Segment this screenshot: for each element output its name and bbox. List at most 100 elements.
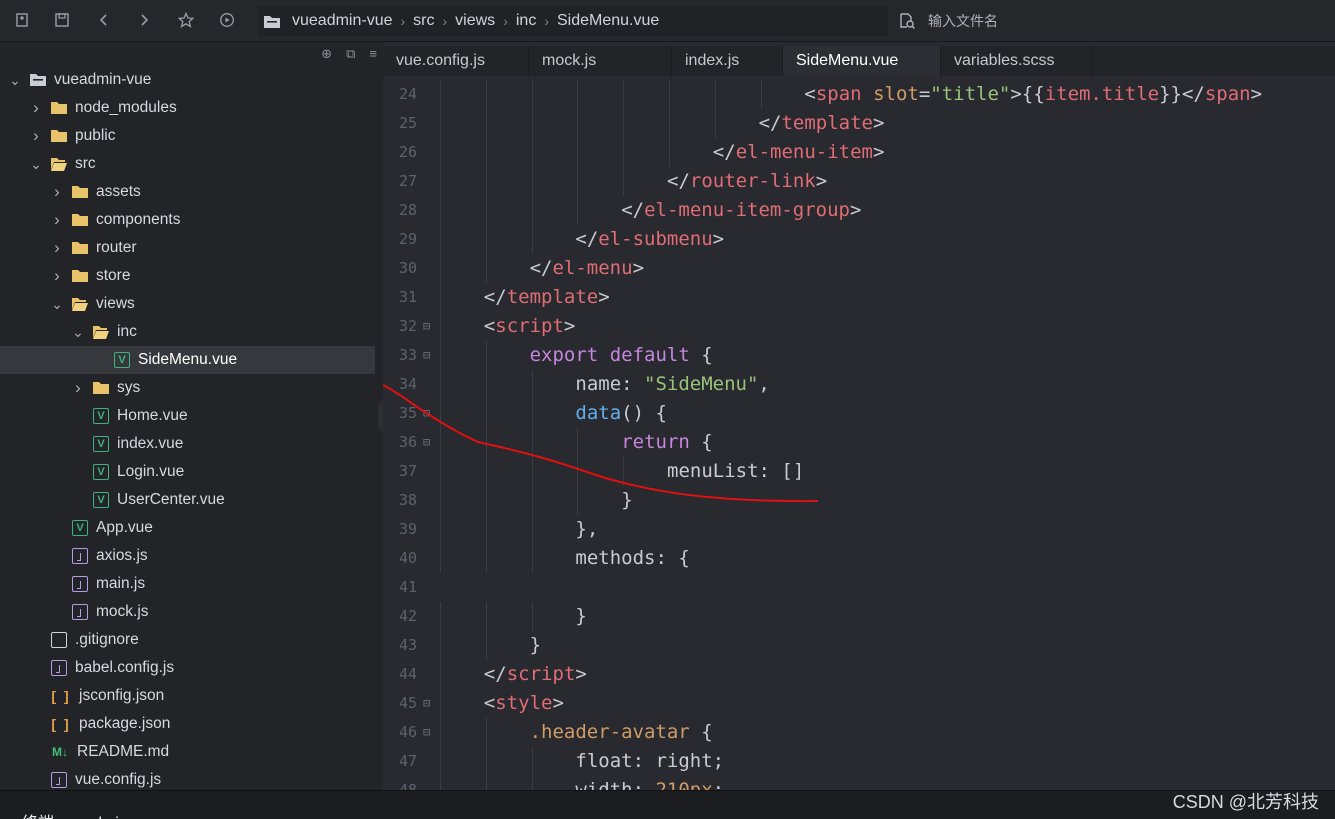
tree-item[interactable]: V UserCenter.vue [0, 486, 375, 514]
indent-guide [531, 196, 533, 225]
code-line[interactable]: 25 </template> [383, 109, 1335, 138]
forward-icon[interactable] [134, 12, 154, 32]
code-token: </ [529, 257, 553, 279]
code-line[interactable]: 34 name: "SideMenu", [383, 370, 1335, 399]
save-icon[interactable] [52, 12, 72, 32]
fold-toggle-icon[interactable]: ⊟ [423, 399, 430, 428]
tree-item[interactable]: › store [0, 262, 375, 290]
run-icon[interactable] [217, 12, 237, 32]
tree-item[interactable]: mock.js [0, 598, 375, 626]
back-icon[interactable] [94, 12, 114, 32]
indent-guide [485, 138, 487, 167]
chevron-right-icon[interactable]: › [71, 378, 85, 397]
code-line[interactable]: 32 ⊟ <script> [383, 312, 1335, 341]
code-token: script [495, 315, 564, 337]
fold-toggle-icon[interactable]: ⊟ [423, 718, 430, 747]
code-line[interactable]: 37 menuList: [] [383, 457, 1335, 486]
code-line[interactable]: 30 </el-menu> [383, 254, 1335, 283]
code-line[interactable]: 41 [383, 573, 1335, 602]
fold-toggle-icon[interactable]: ⊟ [423, 341, 430, 370]
chevron-right-icon[interactable]: › [50, 210, 64, 229]
code-line[interactable]: 28 </el-menu-item-group> [383, 196, 1335, 225]
tree-item[interactable]: › assets [0, 178, 375, 206]
editor-tab[interactable]: index.js [672, 46, 783, 76]
file-search[interactable]: 输入文件名 [898, 6, 1335, 36]
breadcrumb-item[interactable]: views [455, 12, 495, 30]
tree-item[interactable]: axios.js [0, 542, 375, 570]
tree-item[interactable]: .gitignore [0, 626, 375, 654]
editor-tab[interactable]: mock.js [529, 46, 672, 76]
chevron-right-icon[interactable]: › [29, 98, 43, 117]
tree-item[interactable]: › components [0, 206, 375, 234]
line-number: 35 [398, 404, 417, 422]
chevron-down-icon[interactable]: ⌄ [71, 324, 85, 340]
code-line[interactable]: 46 ⊟ .header-avatar { [383, 718, 1335, 747]
tree-item[interactable]: › sys [0, 374, 375, 402]
tree-item[interactable]: M↓ README.md [0, 738, 375, 766]
code-line[interactable]: 35 ⊟ data() { [383, 399, 1335, 428]
tree-item[interactable]: [ ] jsconfig.json [0, 682, 375, 710]
code-line[interactable]: 27 </router-link> [383, 167, 1335, 196]
code-line[interactable]: 40 methods: { [383, 544, 1335, 573]
fold-toggle-icon[interactable]: ⊟ [423, 428, 430, 457]
chevron-down-icon[interactable]: ⌄ [50, 296, 64, 312]
breadcrumb-item[interactable]: src [413, 12, 434, 30]
tree-item[interactable]: [ ] package.json [0, 710, 375, 738]
tree-item[interactable]: babel.config.js [0, 654, 375, 682]
tree-item[interactable]: Vindex.vue [0, 430, 375, 458]
code-line[interactable]: 43} [383, 631, 1335, 660]
code-line[interactable]: 45 ⊟ <style> [383, 689, 1335, 718]
code-line[interactable]: 26 </el-menu-item> [383, 138, 1335, 167]
code-token: { [689, 431, 713, 453]
code-line[interactable]: 39}, [383, 515, 1335, 544]
editor-tab[interactable]: vue.config.js [383, 46, 529, 76]
code-line[interactable]: 29 </el-submenu> [383, 225, 1335, 254]
code-line[interactable]: 36 ⊟ return { [383, 428, 1335, 457]
code-line[interactable]: 42} [383, 602, 1335, 631]
new-file-icon[interactable] [12, 12, 32, 32]
breadcrumb-item[interactable]: inc [516, 12, 536, 30]
editor-tab[interactable]: SideMenu.vue [783, 46, 941, 76]
code-line[interactable]: 31 </template> [383, 283, 1335, 312]
tree-item[interactable]: ⌄ src [0, 150, 375, 178]
code-line[interactable]: 47 float: right; [383, 747, 1335, 776]
breadcrumb-item[interactable]: vueadmin-vue [292, 12, 393, 30]
chevron-right-icon[interactable]: › [50, 182, 64, 201]
code-line[interactable]: 44 </script> [383, 660, 1335, 689]
terminal-label[interactable]: 终端 vueadmin-vue [22, 809, 159, 819]
collapse-all-icon[interactable]: ⧉ [346, 46, 355, 62]
tree-item[interactable]: ⌄ views [0, 290, 375, 318]
code-token: > [849, 199, 862, 221]
chevron-right-icon[interactable]: › [50, 266, 64, 285]
star-icon[interactable] [176, 11, 196, 32]
indent-guide [485, 399, 487, 428]
code-line[interactable]: 24 <span slot="title">{{item.title}}</spa… [383, 80, 1335, 109]
code-line[interactable]: 38} [383, 486, 1335, 515]
tree-item[interactable]: V SideMenu.vue [0, 346, 375, 374]
tree-item[interactable]: ⌄ inc [0, 318, 375, 346]
chevron-down-icon[interactable]: ⌄ [29, 156, 43, 172]
tree-item-label: store [96, 267, 131, 284]
tree-item[interactable]: › public [0, 122, 375, 150]
locate-icon[interactable]: ⊕ [321, 46, 332, 62]
file-search-input[interactable]: 输入文件名 [928, 11, 998, 31]
tree-item[interactable]: › router [0, 234, 375, 262]
tree-item[interactable]: V App.vue [0, 514, 375, 542]
tree-item[interactable]: V Home.vue [0, 402, 375, 430]
tree-item[interactable]: main.js [0, 570, 375, 598]
breadcrumb-item[interactable]: SideMenu.vue [557, 12, 659, 30]
tree-item[interactable]: V Login.vue [0, 458, 375, 486]
chevron-down-icon[interactable]: ⌄ [8, 72, 22, 88]
code-text: </el-menu-item> [713, 138, 885, 167]
chevron-right-icon[interactable]: › [29, 126, 43, 145]
tree-item[interactable]: vue.config.js [0, 766, 375, 790]
menu-icon[interactable]: ≡ [369, 46, 377, 62]
chevron-right-icon[interactable]: › [50, 238, 64, 257]
editor-tab[interactable]: variables.scss [941, 46, 1093, 76]
tree-item[interactable]: ⌄ vueadmin-vue [0, 66, 375, 94]
fold-toggle-icon[interactable]: ⊟ [423, 689, 430, 718]
vue-file-icon: V [72, 520, 88, 536]
fold-toggle-icon[interactable]: ⊟ [423, 312, 430, 341]
tree-item[interactable]: › node_modules [0, 94, 375, 122]
code-line[interactable]: 33 ⊟ export default { [383, 341, 1335, 370]
